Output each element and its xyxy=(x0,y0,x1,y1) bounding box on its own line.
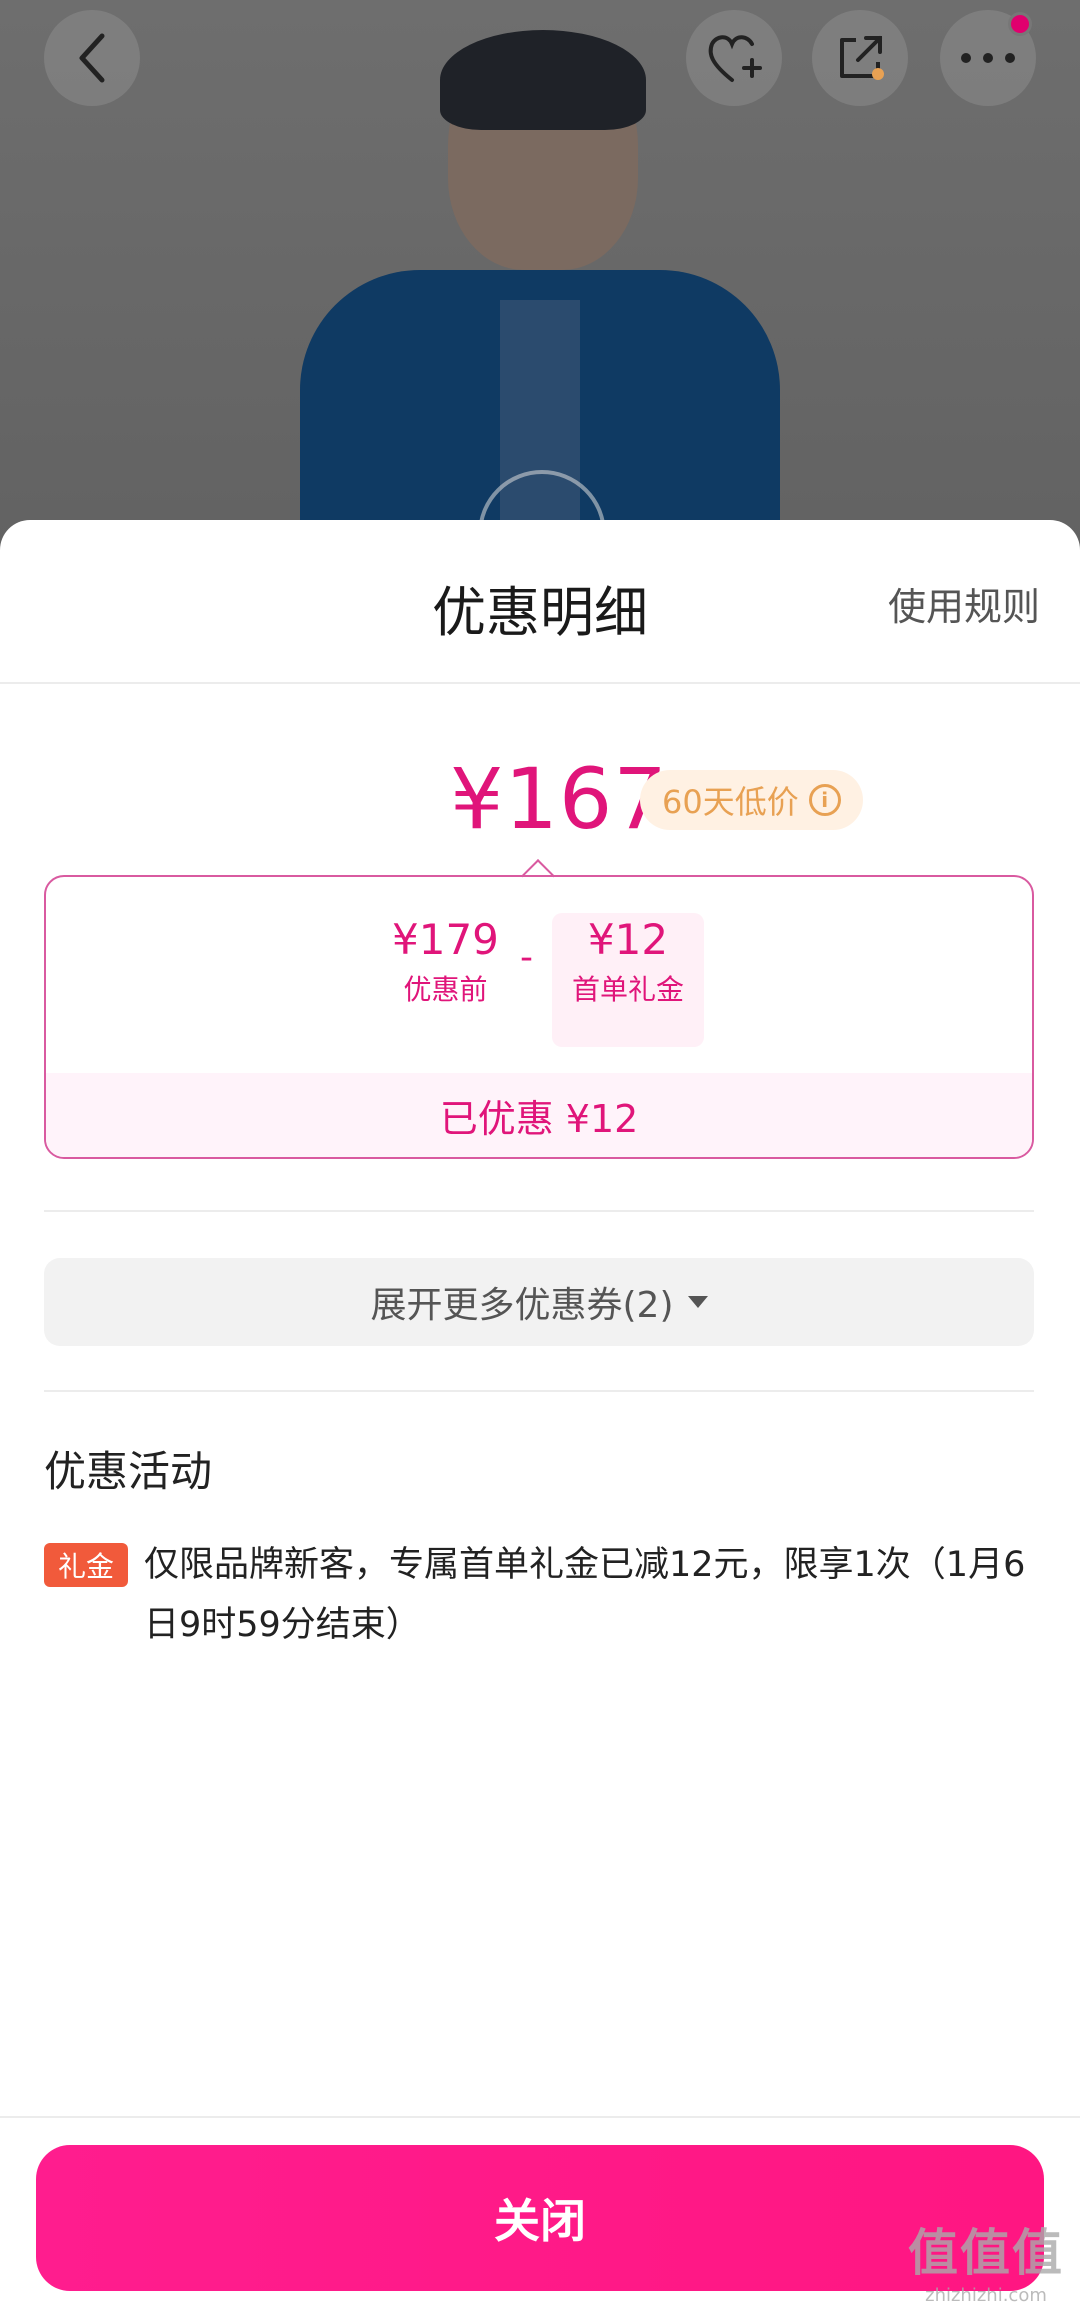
footer-divider xyxy=(0,2116,1080,2118)
gift-value: ¥12 xyxy=(587,915,669,964)
watermark-text: 值值值 xyxy=(908,2224,1064,2282)
gift-tag: 礼金 xyxy=(44,1543,128,1587)
saved-amount-bar: 已优惠 ¥12 xyxy=(46,1073,1032,1157)
header-divider xyxy=(0,682,1080,684)
product-image-model-hair xyxy=(440,30,646,130)
price-row: ¥167 60天低价 i xyxy=(0,750,1080,860)
chevron-left-icon xyxy=(72,30,112,86)
section-divider xyxy=(44,1390,1034,1392)
original-price-label: 优惠前 xyxy=(403,973,488,1006)
ellipsis-icon xyxy=(958,50,1018,66)
low-price-badge[interactable]: 60天低价 i xyxy=(640,770,863,830)
caret-down-icon xyxy=(687,1296,708,1308)
expand-coupons-label: 展开更多优惠券(2) xyxy=(370,1285,674,1326)
notification-dot xyxy=(1008,12,1032,36)
watermark-url: zhizhizhi.com xyxy=(925,2285,1047,2306)
watermark-logo: 值值值 zhizhizhi.com xyxy=(908,2213,1064,2306)
discount-detail-sheet: 优惠明细 使用规则 ¥167 60天低价 i ¥179 优惠前 - ¥12 首单… xyxy=(0,520,1080,2320)
close-button[interactable]: 关闭 xyxy=(36,2145,1044,2291)
share-button[interactable] xyxy=(812,10,908,106)
share-icon xyxy=(832,30,888,86)
low-price-badge-label: 60天低价 xyxy=(662,783,799,821)
activity-description: 仅限品牌新客，专属首单礼金已减12元，限享1次（1月6日9时59分结束） xyxy=(144,1545,1026,1645)
section-divider xyxy=(44,1210,1034,1212)
heart-plus-icon xyxy=(704,30,764,86)
favorite-button[interactable] xyxy=(686,10,782,106)
back-button[interactable] xyxy=(44,10,140,106)
expand-coupons-button[interactable]: 展开更多优惠券(2) xyxy=(44,1258,1034,1346)
activities-title: 优惠活动 xyxy=(44,1447,213,1496)
price-calculation-box: ¥179 优惠前 - ¥12 首单礼金 已优惠 ¥12 xyxy=(44,875,1034,1159)
final-price: ¥167 xyxy=(450,750,668,848)
info-icon: i xyxy=(808,784,841,816)
first-order-gift-item: ¥12 首单礼金 xyxy=(566,915,690,1008)
product-image-backdrop xyxy=(0,0,1080,560)
original-price-item: ¥179 优惠前 xyxy=(392,915,499,1008)
original-price-value: ¥179 xyxy=(392,915,499,964)
more-button[interactable] xyxy=(940,10,1036,106)
minus-sign: - xyxy=(520,937,533,978)
usage-rules-link[interactable]: 使用规则 xyxy=(888,576,1040,631)
gift-label: 首单礼金 xyxy=(571,973,684,1006)
